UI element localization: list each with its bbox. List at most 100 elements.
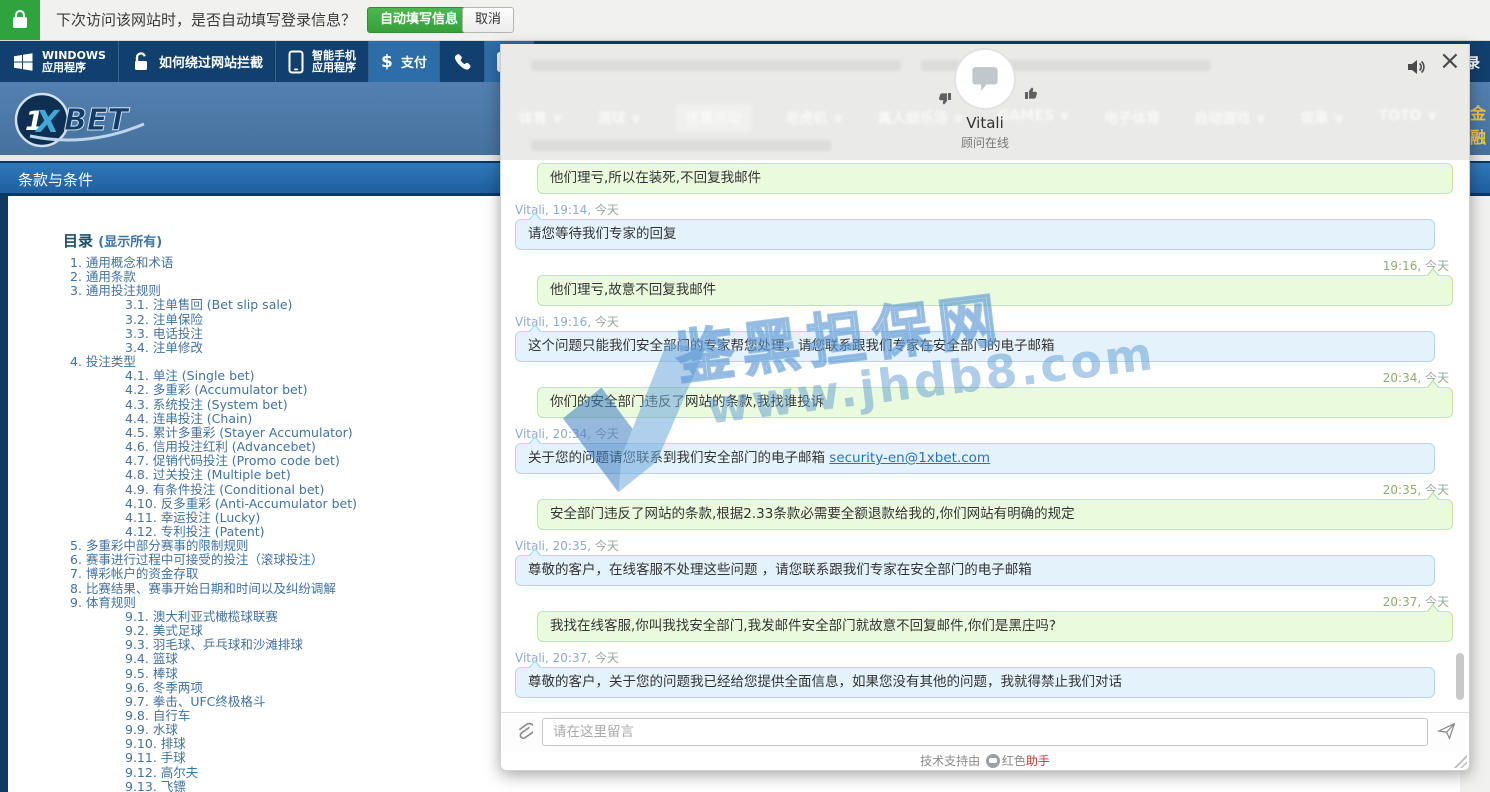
toc-link[interactable]: 4.6. 信用投注红利 (Advancebet) [8,440,488,454]
content-left-border [0,196,8,792]
chat-message-user: 他们理亏,故意不回复我邮件 [537,275,1453,306]
attach-paperclip-icon[interactable] [515,722,533,746]
close-icon[interactable]: × [1439,48,1461,74]
toc-link[interactable]: 9.10. 排球 [8,737,488,751]
chat-message-user: 你们的安全部门违反了网站的条款,我找谁投诉 [537,387,1453,418]
toc-link[interactable]: 4. 投注类型 [8,355,488,369]
powered-by-text: 技术支持由 [920,754,980,768]
sound-icon[interactable] [1406,58,1426,80]
toc-link[interactable]: 6. 赛事进行过程中可接受的投注（滚球投注） [8,553,488,567]
chat-message-agent: 尊敬的客户，关于您的问题我已经给您提供全面信息，如果您没有其他的问题，我就得禁止… [515,667,1435,698]
thumbs-up-icon[interactable] [1024,86,1040,106]
toc-link[interactable]: 4.2. 多重彩 (Accumulator bet) [8,383,488,397]
user-message-timestamp: 19:16, 今天 [501,257,1469,271]
toc-link[interactable]: 3.1. 注单售回 (Bet slip sale) [8,298,488,312]
toolbar-label: WINDOWS [42,50,106,62]
toc-link[interactable]: 9.9. 水球 [8,723,488,737]
agent-message-label: Vitali, 19:14, 今天 [501,201,1469,215]
toc-link[interactable]: 5. 多重彩中部分赛事的限制规则 [8,539,488,553]
send-icon[interactable] [1437,722,1457,744]
toc-link[interactable]: 4.7. 促销代码投注 (Promo code bet) [8,454,488,468]
toc-link[interactable]: 4.3. 系统投注 (System bet) [8,398,488,412]
message-input[interactable] [542,718,1428,746]
user-message-timestamp: 20:37, 今天 [501,593,1469,607]
agent-message-label: Vitali, 20:35, 今天 [501,537,1469,551]
toc-link[interactable]: 3.3. 电话投注 [8,327,488,341]
toc-link[interactable]: 9.1. 澳大利亚式橄榄球联赛 [8,610,488,624]
user-message-timestamp: 20:34, 今天 [501,369,1469,383]
toolbar-item-windows-apps[interactable]: WINDOWS应用程序 [0,41,119,82]
toc-link[interactable]: 2. 通用条款 [8,270,488,284]
toc-link[interactable]: 7. 博彩帐户的资金存取 [8,567,488,581]
browser-notification-bar: 下次访问该网站时，是否自动填写登录信息？ 自动填写信息 取消 [0,0,1490,41]
toc-link[interactable]: 8. 比赛结果、赛事开始日期和时间以及纠纷调解 [8,582,488,596]
toc-list: 1. 通用概念和术语2. 通用条款3. 通用投注规则3.1. 注单售回 (Bet… [8,256,488,792]
thumbs-down-icon[interactable] [936,90,952,110]
user-message-timestamp: 20:35, 今天 [501,481,1469,495]
toc-link[interactable]: 9.7. 拳击、UFC终极格斗 [8,695,488,709]
chat-bubble-icon [969,64,1001,94]
autofill-button[interactable]: 自动填写信息 [367,7,471,33]
toc-link[interactable]: 4.5. 累计多重彩 (Stayer Accumulator) [8,426,488,440]
screen: 下次访问该网站时，是否自动填写登录信息？ 自动填写信息 取消 WINDOWS应用… [0,0,1490,792]
email-link[interactable]: security-en@1xbet.com [829,450,990,466]
toc-link[interactable]: 9.3. 羽毛球、乒乓球和沙滩排球 [8,638,488,652]
toc-link[interactable]: 9.12. 高尔夫 [8,766,488,780]
chat-footer: 技术支持由 红色助手 [501,752,1469,770]
unlock-icon [131,51,151,73]
agent-message-label: Vitali, 19:16, 今天 [501,313,1469,327]
toc-link[interactable]: 9.13. 飞镖 [8,780,488,792]
chat-header: 体育 ∨滚球 ∨优惠活动老虎机 ∨真人娱乐场 ∨GAMES ∨电子体育自动游戏 … [501,44,1469,160]
dollar-icon: $ [381,52,393,72]
agent-avatar [954,48,1016,110]
agent-name: Vitali [501,114,1469,132]
svg-text:X: X [34,105,61,140]
chat-message-agent: 这个问题只能我们安全部门的专家帮您处理，请您联系跟我们专家在安全部门的电子邮箱 [515,331,1435,362]
brand-red: 助手 [1026,754,1050,768]
chat-messages: 他们理亏,所以在装死,不回复我邮件Vitali, 19:14, 今天请您等待我们… [501,160,1469,712]
toc-link[interactable]: 9. 体育规则 [8,596,488,610]
finance-nav-partial[interactable]: 金融 [1470,100,1490,148]
toc-link[interactable]: 9.8. 自行车 [8,709,488,723]
toolbar-item-pay[interactable]: $ 支付 [369,41,440,82]
toc-link[interactable]: 9.6. 冬季两项 [8,681,488,695]
chat-message-user: 我找在线客服,你叫我找安全部门,我发邮件安全部门就故意不回复邮件,你们是黑庄吗? [537,611,1453,642]
toc-link[interactable]: 4.10. 反多重彩 (Anti-Accumulator bet) [8,497,488,511]
chat-message-agent: 请您等待我们专家的回复 [515,219,1435,250]
toc-link[interactable]: 9.4. 篮球 [8,652,488,666]
live-chat-widget: 体育 ∨滚球 ∨优惠活动老虎机 ∨真人娱乐场 ∨GAMES ∨电子体育自动游戏 … [500,44,1470,771]
site-logo: 1 X BET [12,90,162,148]
chat-message-agent: 关于您的问题请您联系到我们安全部门的电子邮箱 security-en@1xbet… [515,443,1435,474]
toc-title: 目录 (显示所有) [63,230,162,251]
chat-input-bar [501,712,1469,753]
chat-message-agent: 尊敬的客户，在线客服不处理这些问题 ，请您联系跟我们专家在安全部门的电子邮箱 [515,555,1435,586]
toc-link[interactable]: 9.11. 手球 [8,751,488,765]
brand-gray: 红色 [1002,754,1026,768]
cancel-button[interactable]: 取消 [462,7,514,33]
toc-link[interactable]: 3.4. 注单修改 [8,341,488,355]
chat-scrollbar-thumb[interactable] [1456,653,1464,700]
toc-link[interactable]: 4.9. 有条件投注 (Conditional bet) [8,483,488,497]
toc-link[interactable]: 3.2. 注单保险 [8,313,488,327]
phone-icon [452,52,472,72]
toolbar-label: 如何绕过网站拦截 [159,52,263,71]
toc-link[interactable]: 4.1. 单注 (Single bet) [8,369,488,383]
toolbar-item-bypass-block[interactable]: 如何绕过网站拦截 [119,41,276,82]
toolbar-label: 智能手机 [312,50,356,62]
toc-link[interactable]: 3. 通用投注规则 [8,284,488,298]
lock-badge [0,0,40,40]
toc-link[interactable]: 4.12. 专利投注 (Patent) [8,525,488,539]
toc-link[interactable]: 4.8. 过关投注 (Multiple bet) [8,468,488,482]
toc-link[interactable]: 4.4. 连串投注 (Chain) [8,412,488,426]
lock-icon [13,17,27,28]
toc-link[interactable]: 1. 通用概念和术语 [8,256,488,270]
toc-link[interactable]: 9.5. 棒球 [8,667,488,681]
toolbar-item-phone[interactable] [440,41,485,82]
toc-link[interactable]: 4.11. 幸运投注 (Lucky) [8,511,488,525]
toc-show-all-link[interactable]: (显示所有) [98,235,162,250]
blurred-text [531,60,901,71]
page-title: 条款与条件 [18,169,93,190]
toolbar-label: 应用程序 [312,62,356,74]
toc-link[interactable]: 9.2. 美式足球 [8,624,488,638]
toolbar-item-mobile-apps[interactable]: 智能手机应用程序 [276,41,369,82]
